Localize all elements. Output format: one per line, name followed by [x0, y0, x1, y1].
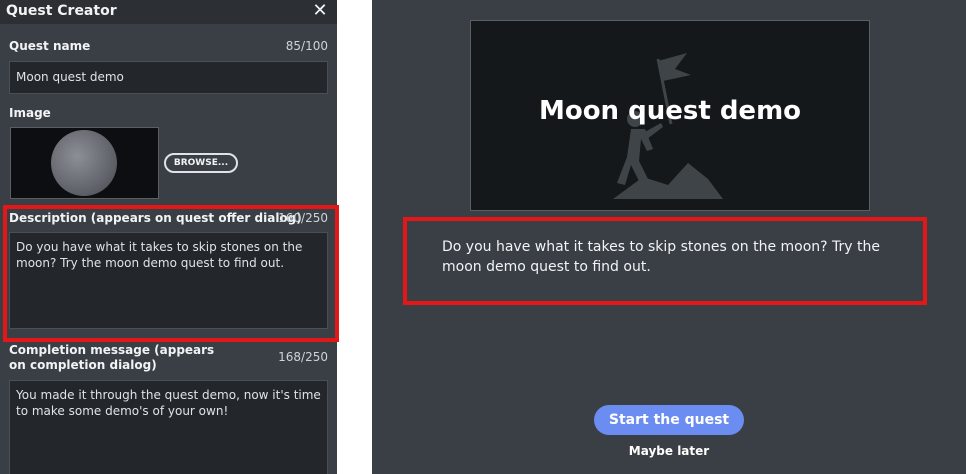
maybe-later-link[interactable]: Maybe later [594, 444, 744, 458]
close-icon[interactable]: ✕ [311, 2, 329, 20]
moon-image [51, 130, 117, 196]
completion-counter: 168/250 [278, 350, 328, 364]
hero-banner: Moon quest demo [470, 20, 870, 211]
browse-button[interactable]: BROWSE... [164, 153, 238, 173]
quest-name-label: Quest name [9, 39, 91, 53]
panel-header: Quest Creator ✕ [0, 0, 337, 24]
start-quest-button[interactable]: Start the quest [594, 405, 744, 435]
image-label: Image [9, 106, 51, 120]
quest-name-counter: 85/100 [285, 39, 328, 53]
preview-description-highlight [403, 217, 927, 305]
completion-label: Completion message (appears on completio… [9, 343, 215, 372]
description-highlight [3, 205, 339, 342]
quest-image-preview [10, 127, 159, 199]
panel-title: Quest Creator [6, 3, 117, 19]
preview-title: Moon quest demo [538, 96, 802, 126]
completion-textarea[interactable]: You made it through the quest demo, now … [9, 380, 328, 474]
quest-name-input[interactable]: Moon quest demo [9, 61, 328, 94]
